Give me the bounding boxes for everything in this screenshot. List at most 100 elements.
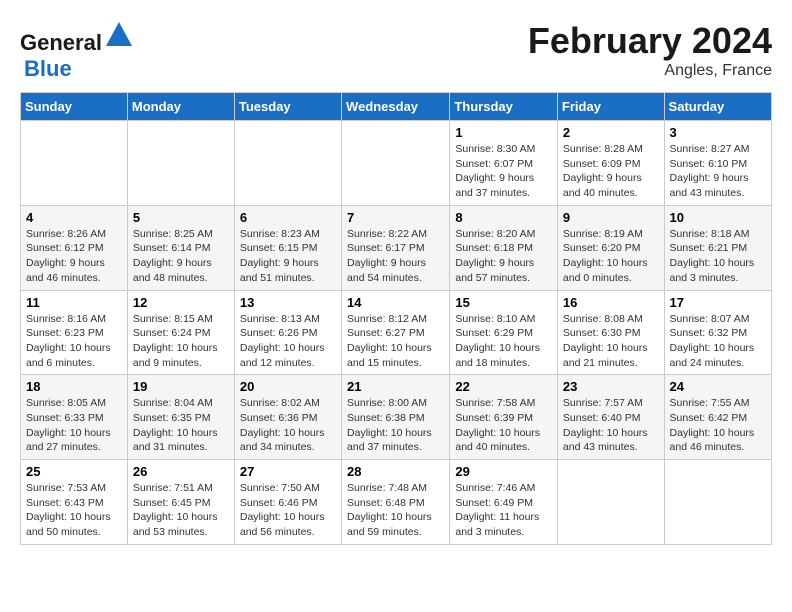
day-info: Sunrise: 8:18 AMSunset: 6:21 PMDaylight:… [670, 227, 766, 286]
calendar-cell [234, 121, 341, 206]
day-info: Sunrise: 8:12 AMSunset: 6:27 PMDaylight:… [347, 312, 444, 371]
day-info: Sunrise: 7:48 AMSunset: 6:48 PMDaylight:… [347, 481, 444, 540]
calendar-cell: 4 Sunrise: 8:26 AMSunset: 6:12 PMDaylight… [21, 205, 128, 290]
day-number: 28 [347, 464, 444, 479]
calendar-cell: 1 Sunrise: 8:30 AMSunset: 6:07 PMDaylight… [450, 121, 558, 206]
calendar-week-1: 1 Sunrise: 8:30 AMSunset: 6:07 PMDaylight… [21, 121, 772, 206]
day-info: Sunrise: 8:28 AMSunset: 6:09 PMDaylight:… [563, 142, 659, 201]
calendar-week-3: 11 Sunrise: 8:16 AMSunset: 6:23 PMDayligh… [21, 290, 772, 375]
calendar-cell: 21Sunrise: 8:00 AMSunset: 6:38 PMDayligh… [342, 375, 450, 460]
day-info: Sunrise: 8:13 AMSunset: 6:26 PMDaylight:… [240, 312, 336, 371]
day-number: 22 [455, 379, 552, 394]
day-info: Sunrise: 7:51 AMSunset: 6:45 PMDaylight:… [133, 481, 229, 540]
calendar-cell: 6 Sunrise: 8:23 AMSunset: 6:15 PMDaylight… [234, 205, 341, 290]
day-info: Sunrise: 8:07 AMSunset: 6:32 PMDaylight:… [670, 312, 766, 371]
calendar-cell: 19Sunrise: 8:04 AMSunset: 6:35 PMDayligh… [127, 375, 234, 460]
calendar-cell: 16 Sunrise: 8:08 AMSunset: 6:30 PMDayligh… [557, 290, 664, 375]
day-number: 18 [26, 379, 122, 394]
day-info: Sunrise: 8:30 AMSunset: 6:07 PMDaylight:… [455, 142, 552, 201]
calendar-cell: 10 Sunrise: 8:18 AMSunset: 6:21 PMDayligh… [664, 205, 771, 290]
calendar-week-4: 18 Sunrise: 8:05 AMSunset: 6:33 PMDayligh… [21, 375, 772, 460]
calendar-cell: 18 Sunrise: 8:05 AMSunset: 6:33 PMDayligh… [21, 375, 128, 460]
day-info: Sunrise: 7:57 AMSunset: 6:40 PMDaylight:… [563, 396, 659, 455]
day-info: Sunrise: 7:53 AMSunset: 6:43 PMDaylight:… [26, 481, 122, 540]
calendar-cell: 22 Sunrise: 7:58 AMSunset: 6:39 PMDayligh… [450, 375, 558, 460]
weekday-header-saturday: Saturday [664, 93, 771, 121]
day-info: Sunrise: 7:50 AMSunset: 6:46 PMDaylight:… [240, 481, 336, 540]
day-number: 25 [26, 464, 122, 479]
day-number: 15 [455, 295, 552, 310]
day-info: Sunrise: 8:15 AMSunset: 6:24 PMDaylight:… [133, 312, 229, 371]
calendar-cell: 25 Sunrise: 7:53 AMSunset: 6:43 PMDayligh… [21, 460, 128, 545]
day-info: Sunrise: 8:02 AMSunset: 6:36 PMDaylight:… [240, 396, 336, 455]
day-number: 14 [347, 295, 444, 310]
weekday-header-tuesday: Tuesday [234, 93, 341, 121]
calendar-cell: 8Sunrise: 8:20 AMSunset: 6:18 PMDaylight… [450, 205, 558, 290]
calendar-header: SundayMondayTuesdayWednesdayThursdayFrid… [21, 93, 772, 121]
calendar-week-2: 4 Sunrise: 8:26 AMSunset: 6:12 PMDaylight… [21, 205, 772, 290]
day-number: 20 [240, 379, 336, 394]
calendar-cell: 29 Sunrise: 7:46 AMSunset: 6:49 PMDayligh… [450, 460, 558, 545]
day-number: 13 [240, 295, 336, 310]
day-info: Sunrise: 7:58 AMSunset: 6:39 PMDaylight:… [455, 396, 552, 455]
calendar-table: SundayMondayTuesdayWednesdayThursdayFrid… [20, 92, 772, 545]
day-number: 17 [670, 295, 766, 310]
day-info: Sunrise: 8:16 AMSunset: 6:23 PMDaylight:… [26, 312, 122, 371]
calendar-cell: 23 Sunrise: 7:57 AMSunset: 6:40 PMDayligh… [557, 375, 664, 460]
calendar-body: 1 Sunrise: 8:30 AMSunset: 6:07 PMDaylight… [21, 121, 772, 545]
calendar-cell: 28 Sunrise: 7:48 AMSunset: 6:48 PMDayligh… [342, 460, 450, 545]
day-number: 29 [455, 464, 552, 479]
calendar-week-5: 25 Sunrise: 7:53 AMSunset: 6:43 PMDayligh… [21, 460, 772, 545]
weekday-header-wednesday: Wednesday [342, 93, 450, 121]
calendar-cell: 27 Sunrise: 7:50 AMSunset: 6:46 PMDayligh… [234, 460, 341, 545]
calendar-cell [557, 460, 664, 545]
calendar-cell: 11 Sunrise: 8:16 AMSunset: 6:23 PMDayligh… [21, 290, 128, 375]
calendar-cell: 20 Sunrise: 8:02 AMSunset: 6:36 PMDayligh… [234, 375, 341, 460]
day-number: 4 [26, 210, 122, 225]
location-subtitle: Angles, France [528, 62, 772, 80]
calendar-cell [21, 121, 128, 206]
day-info: Sunrise: 8:22 AMSunset: 6:17 PMDaylight:… [347, 227, 444, 286]
day-number: 10 [670, 210, 766, 225]
day-number: 6 [240, 210, 336, 225]
day-number: 7 [347, 210, 444, 225]
page-header: General Blue February 2024 Angles, Franc… [20, 20, 772, 82]
day-info: Sunrise: 8:10 AMSunset: 6:29 PMDaylight:… [455, 312, 552, 371]
day-info: Sunrise: 8:26 AMSunset: 6:12 PMDaylight:… [26, 227, 122, 286]
day-info: Sunrise: 8:25 AMSunset: 6:14 PMDaylight:… [133, 227, 229, 286]
calendar-cell: 5 Sunrise: 8:25 AMSunset: 6:14 PMDaylight… [127, 205, 234, 290]
calendar-cell: 9Sunrise: 8:19 AMSunset: 6:20 PMDaylight… [557, 205, 664, 290]
logo-blue: Blue [24, 56, 72, 81]
day-info: Sunrise: 7:55 AMSunset: 6:42 PMDaylight:… [670, 396, 766, 455]
day-number: 23 [563, 379, 659, 394]
weekday-header-sunday: Sunday [21, 93, 128, 121]
day-info: Sunrise: 8:08 AMSunset: 6:30 PMDaylight:… [563, 312, 659, 371]
calendar-cell: 24Sunrise: 7:55 AMSunset: 6:42 PMDayligh… [664, 375, 771, 460]
day-info: Sunrise: 8:27 AMSunset: 6:10 PMDaylight:… [670, 142, 766, 201]
calendar-cell: 12 Sunrise: 8:15 AMSunset: 6:24 PMDayligh… [127, 290, 234, 375]
day-number: 16 [563, 295, 659, 310]
calendar-cell: 3 Sunrise: 8:27 AMSunset: 6:10 PMDaylight… [664, 121, 771, 206]
day-number: 21 [347, 379, 444, 394]
month-year-title: February 2024 [528, 20, 772, 62]
weekday-header-thursday: Thursday [450, 93, 558, 121]
calendar-cell [127, 121, 234, 206]
day-info: Sunrise: 8:05 AMSunset: 6:33 PMDaylight:… [26, 396, 122, 455]
day-info: Sunrise: 8:20 AMSunset: 6:18 PMDaylight:… [455, 227, 552, 286]
day-number: 11 [26, 295, 122, 310]
day-number: 27 [240, 464, 336, 479]
day-number: 26 [133, 464, 229, 479]
day-number: 5 [133, 210, 229, 225]
day-info: Sunrise: 8:19 AMSunset: 6:20 PMDaylight:… [563, 227, 659, 286]
calendar-cell: 17 Sunrise: 8:07 AMSunset: 6:32 PMDayligh… [664, 290, 771, 375]
day-number: 19 [133, 379, 229, 394]
logo-general: General [20, 30, 102, 55]
day-number: 3 [670, 125, 766, 140]
day-info: Sunrise: 8:23 AMSunset: 6:15 PMDaylight:… [240, 227, 336, 286]
title-area: February 2024 Angles, France [528, 20, 772, 80]
weekday-header-monday: Monday [127, 93, 234, 121]
day-info: Sunrise: 7:46 AMSunset: 6:49 PMDaylight:… [455, 481, 552, 540]
calendar-cell [664, 460, 771, 545]
day-number: 12 [133, 295, 229, 310]
day-number: 1 [455, 125, 552, 140]
